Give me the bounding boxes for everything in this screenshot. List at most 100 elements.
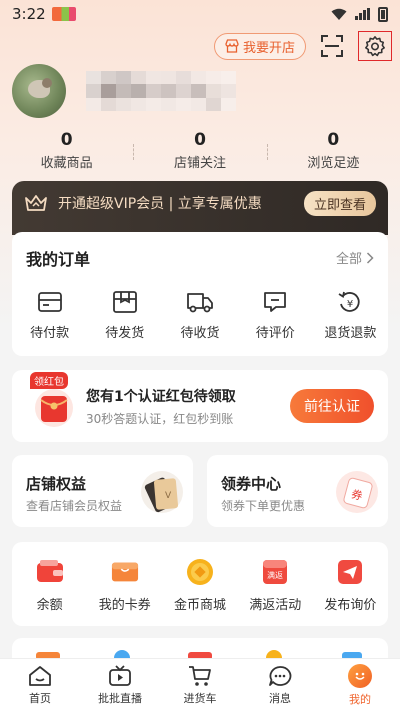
scan-button[interactable] xyxy=(316,30,348,62)
comment-icon xyxy=(264,292,287,312)
coupon-center-card[interactable]: 领券中心 领券下单更优惠 券 xyxy=(207,455,388,527)
coin-icon xyxy=(186,558,214,586)
chevron-right-icon xyxy=(366,251,374,264)
red-packet-text: 您有1个认证红包待领取 30秒答题认证，红包秒到账 xyxy=(86,386,236,427)
red-packet-title: 您有1个认证红包待领取 xyxy=(86,388,236,405)
app-notification-icon xyxy=(51,7,76,21)
order-item-label: 待收货 xyxy=(180,326,220,341)
tool-coin-mall[interactable]: 金币商城 xyxy=(162,558,237,626)
avatar[interactable] xyxy=(12,64,66,118)
username-blurred xyxy=(86,71,236,111)
tab-label: 消息 xyxy=(269,691,291,705)
vip-view-button[interactable]: 立即查看 xyxy=(303,190,376,216)
order-refund[interactable]: ¥ 退货退款 xyxy=(313,290,388,341)
crown-icon xyxy=(25,195,47,211)
tool-label: 发布询价 xyxy=(324,598,377,613)
stat-value: 0 xyxy=(327,130,340,150)
coupon-icon: 券 xyxy=(336,471,378,513)
tool-label: 金币商城 xyxy=(174,598,227,613)
go-verify-button[interactable]: 前往认证 xyxy=(290,389,374,423)
cart-icon xyxy=(189,665,211,686)
stat-history[interactable]: 0 浏览足迹 xyxy=(266,130,400,171)
settings-button[interactable] xyxy=(358,31,392,61)
store-icon xyxy=(225,39,239,53)
stat-label: 店铺关注 xyxy=(173,156,226,171)
wallet-icon xyxy=(37,292,62,312)
profile-stats: 0 收藏商品 0 店铺关注 0 浏览足迹 xyxy=(0,130,400,171)
profile-section xyxy=(12,64,236,118)
order-item-label: 待付款 xyxy=(30,326,70,341)
order-item-label: 待发货 xyxy=(105,326,145,341)
stat-label: 收藏商品 xyxy=(40,156,93,171)
red-packet-subtitle: 30秒答题认证，红包秒到账 xyxy=(86,411,234,426)
order-pending-payment[interactable]: 待付款 xyxy=(12,290,87,341)
shop-rights-card[interactable]: 店铺权益 查看店铺会员权益 V xyxy=(12,455,193,527)
red-packet-card: 领红包 您有1个认证红包待领取 30秒答题认证，红包秒到账 前往认证 xyxy=(12,370,388,442)
live-tv-icon xyxy=(109,664,131,686)
stat-favorites[interactable]: 0 收藏商品 xyxy=(0,130,133,171)
order-pending-shipment[interactable]: 待发货 xyxy=(87,290,162,341)
refund-icon: ¥ xyxy=(338,291,361,312)
coupon-center-title: 领券中心 xyxy=(221,475,282,493)
more-tools-icons-peek xyxy=(36,650,362,658)
vip-banner-text: 开通超级VIP会员 | 立享专属优惠 xyxy=(58,196,262,212)
bottom-tab-bar: 首页 批批直播 进货车 消息 我的 xyxy=(0,658,400,711)
orders-all-label: 全部 xyxy=(335,252,362,267)
svg-text:V: V xyxy=(165,491,172,501)
tab-home[interactable]: 首页 xyxy=(0,659,80,711)
svg-text:¥: ¥ xyxy=(347,299,353,310)
tool-full-return[interactable]: 满返 满返活动 xyxy=(238,558,313,626)
orders-card: 我的订单 全部 待付款 待发货 待收货 待评价 ¥ 退货退款 xyxy=(12,232,388,356)
open-store-button[interactable]: 我要开店 xyxy=(213,32,306,60)
tab-messages[interactable]: 消息 xyxy=(240,659,320,711)
stat-label: 浏览足迹 xyxy=(307,156,360,171)
box-icon xyxy=(112,291,137,313)
stat-value: 0 xyxy=(60,130,73,150)
gear-icon xyxy=(365,36,385,57)
open-store-label: 我要开店 xyxy=(242,40,295,56)
tab-label: 我的 xyxy=(349,692,371,706)
order-item-label: 待评价 xyxy=(255,326,295,341)
tool-label: 满返活动 xyxy=(249,598,302,613)
tool-balance[interactable]: 余额 xyxy=(12,558,87,626)
tab-live[interactable]: 批批直播 xyxy=(80,659,160,711)
order-pending-review[interactable]: 待评价 xyxy=(238,290,313,341)
shop-rights-title: 店铺权益 xyxy=(26,475,87,493)
order-item-label: 退货退款 xyxy=(324,326,377,341)
orders-all-link[interactable]: 全部 xyxy=(336,248,374,267)
tool-label: 我的卡券 xyxy=(98,598,151,613)
tool-my-cards[interactable]: 我的卡券 xyxy=(87,558,162,626)
full-return-icon: 满返 xyxy=(261,558,289,586)
tab-cart[interactable]: 进货车 xyxy=(160,659,240,711)
tab-label: 批批直播 xyxy=(98,691,142,705)
truck-icon xyxy=(187,293,213,313)
status-time: 3:22 xyxy=(12,5,46,23)
tools-card: 余额 我的卡券 金币商城 满返 满返活动 发布询价 xyxy=(12,542,388,626)
card-coupon-icon xyxy=(111,558,139,586)
red-packet-tag: 领红包 xyxy=(30,372,68,389)
vip-card-icon: V xyxy=(141,471,183,513)
header-actions: 我要开店 xyxy=(213,30,392,62)
message-icon xyxy=(269,665,292,686)
coupon-center-subtitle: 领券下单更优惠 xyxy=(221,499,306,513)
order-status-row: 待付款 待发货 待收货 待评价 ¥ 退货退款 xyxy=(12,290,388,341)
signal-icon xyxy=(355,8,370,20)
order-pending-receipt[interactable]: 待收货 xyxy=(162,290,237,341)
scan-icon xyxy=(321,35,343,57)
tool-publish-inquiry[interactable]: 发布询价 xyxy=(313,558,388,626)
status-bar: 3:22 xyxy=(0,0,400,28)
wifi-icon xyxy=(331,8,347,20)
shop-rights-subtitle: 查看店铺会员权益 xyxy=(26,499,123,513)
tool-label: 余额 xyxy=(36,598,63,613)
wallet-red-icon xyxy=(36,558,64,586)
home-icon xyxy=(29,665,51,686)
stat-shop-follows[interactable]: 0 店铺关注 xyxy=(133,130,266,171)
full-return-icon-text: 满返 xyxy=(267,570,283,580)
battery-icon xyxy=(378,6,388,22)
tab-label: 进货车 xyxy=(183,691,217,705)
me-icon xyxy=(348,663,372,688)
tab-label: 首页 xyxy=(29,691,51,705)
tab-me[interactable]: 我的 xyxy=(320,659,400,711)
red-packet-icon: 领红包 xyxy=(30,372,76,428)
vip-banner[interactable]: 开通超级VIP会员 | 立享专属优惠 立即查看 xyxy=(12,181,388,235)
